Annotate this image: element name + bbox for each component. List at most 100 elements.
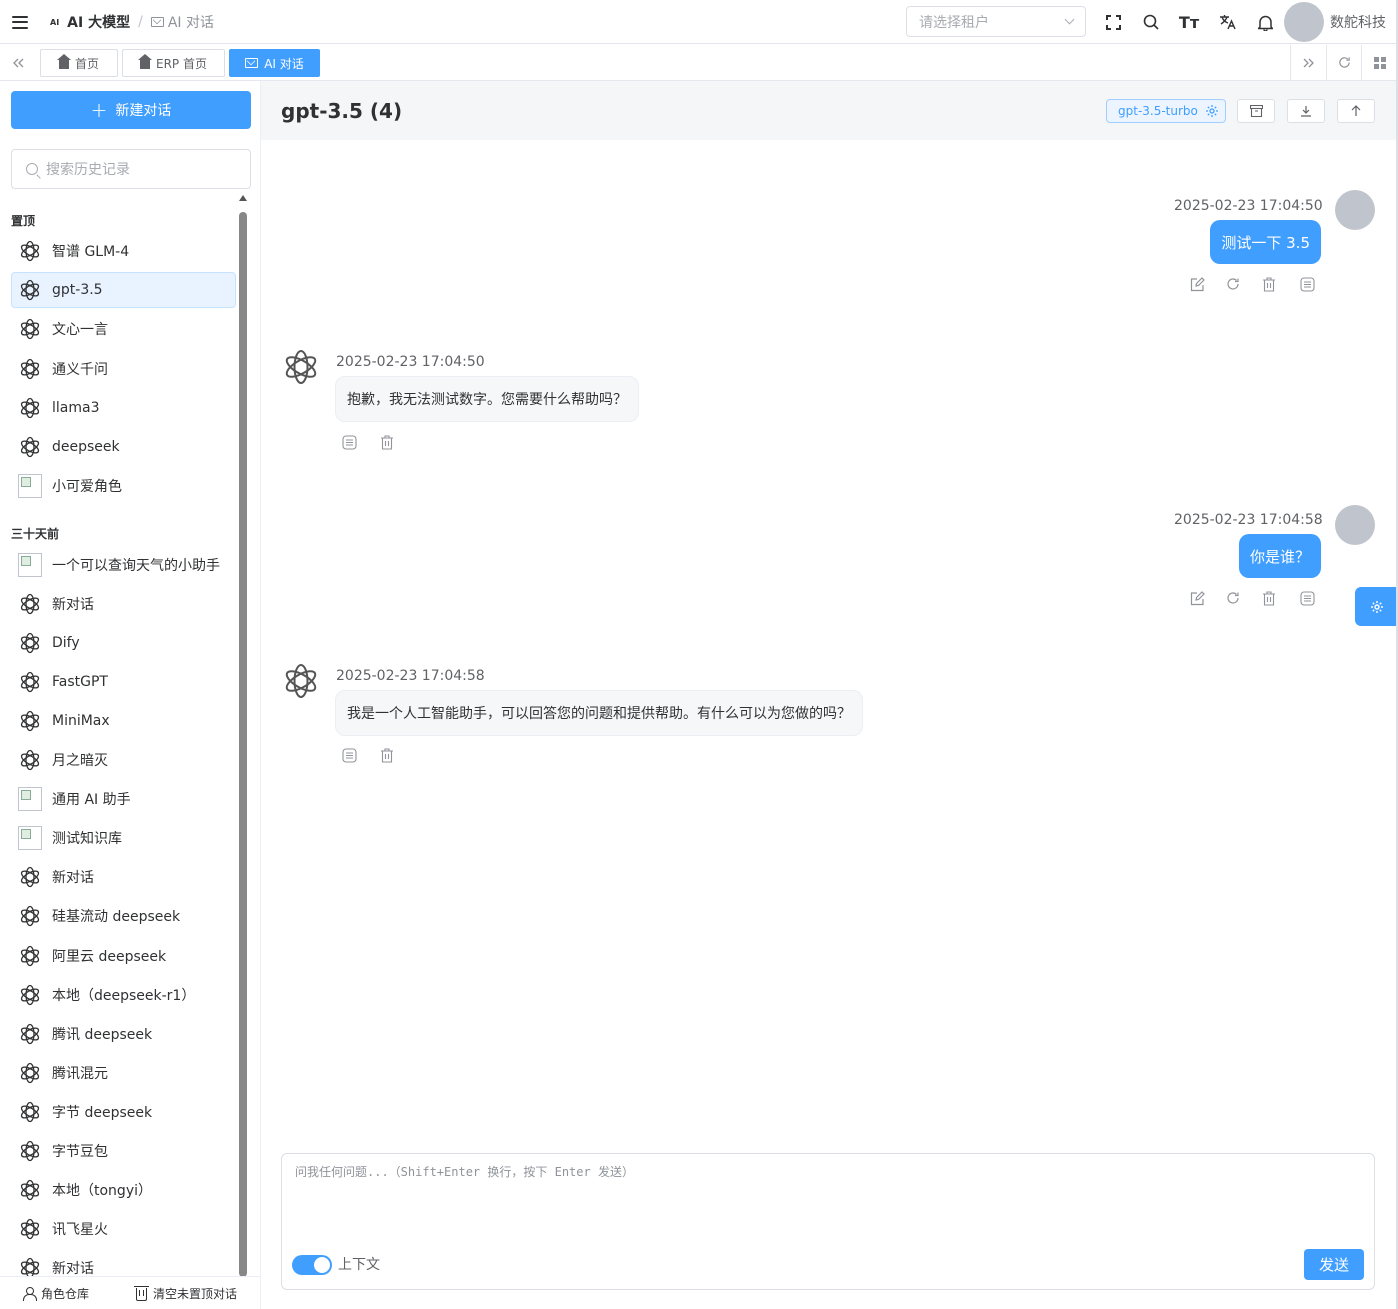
copy-icon[interactable] bbox=[1299, 276, 1315, 292]
conversation-item[interactable]: 通义千问 bbox=[11, 351, 236, 387]
search-icon[interactable] bbox=[1132, 0, 1170, 44]
user-menu[interactable]: 数舵科技 bbox=[1284, 1, 1386, 42]
download-button[interactable] bbox=[1287, 99, 1325, 123]
conversation-item[interactable]: 新对话 bbox=[11, 1250, 236, 1276]
conversation-item[interactable]: 月之暗灭 bbox=[11, 742, 236, 778]
new-chat-button[interactable]: + 新建对话 bbox=[11, 91, 251, 129]
conversation-item[interactable]: 小可爱角色 bbox=[11, 468, 236, 504]
tag-erp-home[interactable]: ERP 首页 bbox=[122, 49, 225, 77]
broken-image-icon bbox=[18, 553, 42, 577]
conversation-item-label: FastGPT bbox=[52, 674, 108, 691]
conversation-item[interactable]: 一个可以查询天气的小助手 bbox=[11, 547, 236, 583]
archive-icon bbox=[1249, 105, 1263, 117]
conversation-item[interactable]: 新对话 bbox=[11, 859, 236, 895]
broken-image-icon bbox=[18, 787, 42, 812]
assistant-avatar bbox=[281, 347, 321, 387]
user-name[interactable]: 数舵科技 bbox=[1330, 12, 1386, 32]
conversation-item[interactable]: 字节 deepseek bbox=[11, 1094, 236, 1130]
scrollbar-thumb[interactable] bbox=[239, 212, 247, 1277]
conversation-item[interactable]: Dify bbox=[11, 625, 236, 661]
conversation-item-label: 一个可以查询天气的小助手 bbox=[52, 558, 220, 574]
conversation-item-label: 文心一言 bbox=[52, 322, 108, 339]
edit-icon[interactable] bbox=[1189, 590, 1205, 606]
conversation-item[interactable]: 通用 AI 助手 bbox=[11, 781, 236, 817]
translate-icon[interactable] bbox=[1208, 0, 1246, 44]
scroll-left-icon[interactable] bbox=[0, 45, 36, 80]
sidebar-scrollbar[interactable] bbox=[238, 195, 248, 1277]
conversation-item[interactable]: 测试知识库 bbox=[11, 820, 236, 856]
broken-image-icon bbox=[18, 474, 42, 499]
conversation-item[interactable]: 腾讯 deepseek bbox=[11, 1016, 236, 1052]
fullscreen-icon[interactable] bbox=[1094, 0, 1132, 44]
font-size-icon[interactable]: Tт bbox=[1170, 0, 1208, 44]
refresh-icon[interactable] bbox=[1225, 276, 1241, 292]
conversation-item[interactable]: 新对话 bbox=[11, 586, 236, 622]
conversation-item[interactable]: gpt-3.5 bbox=[11, 272, 236, 309]
gear-icon[interactable] bbox=[1205, 104, 1219, 118]
edit-icon[interactable] bbox=[1189, 276, 1205, 292]
conversation-item[interactable]: 硅基流动 deepseek bbox=[11, 898, 236, 934]
model-settings-tag[interactable]: gpt-3.5-turbo bbox=[1106, 99, 1226, 123]
clear-unpinned-button[interactable]: 清空未置顶对话 bbox=[134, 1285, 237, 1302]
openai-icon bbox=[20, 593, 40, 615]
conversation-item[interactable]: 智谱 GLM-4 bbox=[11, 233, 236, 269]
openai-icon bbox=[20, 906, 40, 927]
refresh-icon[interactable] bbox=[1225, 590, 1241, 606]
conversation-item[interactable]: llama3 bbox=[11, 390, 236, 426]
role-repository-label: 角色仓库 bbox=[41, 1286, 90, 1301]
copy-icon[interactable] bbox=[341, 747, 357, 763]
conversation-item-label: 阿里云 deepseek bbox=[52, 948, 167, 965]
copy-icon[interactable] bbox=[1299, 590, 1315, 606]
user-avatar[interactable] bbox=[1284, 1, 1324, 42]
tags-view-bar: 首页 ERP 首页 AI 对话 bbox=[0, 45, 1398, 81]
chat-header: gpt-3.5 (4) gpt-3.5-turbo bbox=[261, 81, 1398, 140]
conversation-item-label: 字节 deepseek bbox=[52, 1104, 153, 1121]
floating-settings-button[interactable] bbox=[1355, 587, 1398, 626]
trash-icon[interactable] bbox=[379, 747, 395, 763]
conversation-item[interactable]: MiniMax bbox=[11, 703, 236, 739]
user-message-bubble: 测试一下 3.5 bbox=[1210, 220, 1321, 264]
refresh-icon[interactable] bbox=[1326, 45, 1362, 80]
trash-icon[interactable] bbox=[1261, 276, 1277, 292]
context-toggle[interactable] bbox=[292, 1255, 332, 1275]
bell-icon[interactable] bbox=[1246, 0, 1284, 44]
tenant-select[interactable]: 请选择租户 bbox=[906, 6, 1086, 37]
conversation-item[interactable]: 腾讯混元 bbox=[11, 1055, 236, 1091]
conversation-item[interactable]: deepseek bbox=[11, 429, 236, 465]
conversation-item[interactable]: 文心一言 bbox=[11, 311, 236, 347]
scroll-right-icon[interactable] bbox=[1290, 45, 1326, 80]
openai-icon bbox=[20, 671, 40, 693]
grid-menu-icon[interactable] bbox=[1361, 45, 1397, 80]
conversation-item[interactable]: 本地（deepseek-r1） bbox=[11, 977, 236, 1013]
conversation-item[interactable]: 讯飞星火 bbox=[11, 1211, 236, 1247]
tag-erp-home-label: ERP 首页 bbox=[156, 56, 207, 71]
openai-icon bbox=[20, 1062, 40, 1083]
tag-home[interactable]: 首页 bbox=[40, 49, 118, 77]
scroll-top-button[interactable] bbox=[1337, 99, 1375, 123]
role-repository-button[interactable]: 角色仓库 bbox=[23, 1285, 89, 1302]
copy-icon[interactable] bbox=[341, 434, 357, 450]
conversation-list[interactable]: 置顶 三十天前 智谱 GLM-4 gpt-3.5 文心一言 通义千问 llama3 dee… bbox=[0, 201, 236, 1276]
openai-icon bbox=[20, 1023, 40, 1044]
conversation-item[interactable]: 阿里云 deepseek bbox=[11, 938, 236, 974]
top-navbar: AI AI 大模型 / AI 对话 请选择租户 Tт 数舵科技 bbox=[0, 0, 1398, 44]
scroll-up-icon[interactable] bbox=[239, 195, 247, 201]
conversation-item[interactable]: FastGPT bbox=[11, 664, 236, 700]
message-time: 2025-02-23 17:04:58 bbox=[336, 668, 485, 684]
message-input[interactable]: 问我任何问题...（Shift+Enter 换行，按下 Enter 发送） bbox=[295, 1163, 634, 1180]
tag-ai-chat[interactable]: AI 对话 bbox=[229, 49, 320, 77]
hamburger-menu-icon[interactable] bbox=[12, 15, 28, 29]
conversation-item[interactable]: 字节豆包 bbox=[11, 1133, 236, 1169]
archive-button[interactable] bbox=[1237, 99, 1275, 123]
chat-title: gpt-3.5 (4) bbox=[281, 99, 403, 123]
trash-icon[interactable] bbox=[379, 434, 395, 450]
history-search-input[interactable]: 搜索历史记录 bbox=[11, 149, 251, 189]
message-composer[interactable]: 问我任何问题...（Shift+Enter 换行，按下 Enter 发送） 上下… bbox=[281, 1153, 1375, 1290]
openai-icon bbox=[20, 750, 40, 771]
chevron-down-icon bbox=[1064, 14, 1075, 25]
breadcrumb-item-ai-model[interactable]: AI 大模型 bbox=[67, 12, 130, 32]
send-button[interactable]: 发送 bbox=[1304, 1249, 1364, 1280]
conversation-item-label: MiniMax bbox=[52, 713, 110, 730]
conversation-item[interactable]: 本地（tongyi） bbox=[11, 1172, 236, 1208]
trash-icon[interactable] bbox=[1261, 590, 1277, 606]
